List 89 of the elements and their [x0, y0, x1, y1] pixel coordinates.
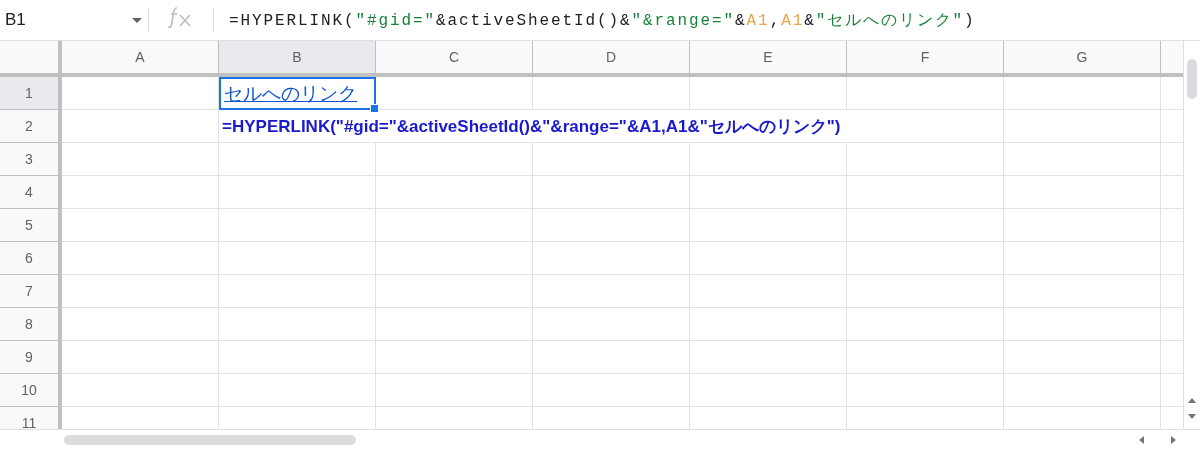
- table-cell[interactable]: [219, 176, 376, 209]
- table-cell[interactable]: [376, 242, 533, 275]
- fill-handle[interactable]: [370, 104, 379, 113]
- table-cell[interactable]: [219, 374, 376, 407]
- column-header[interactable]: A: [62, 41, 219, 77]
- selected-cell[interactable]: セルへのリンク: [219, 77, 376, 110]
- scrollbar-thumb[interactable]: [1187, 59, 1197, 99]
- table-cell[interactable]: [847, 275, 1004, 308]
- table-cell[interactable]: [376, 308, 533, 341]
- row-header[interactable]: 6: [0, 242, 62, 275]
- row-header[interactable]: 8: [0, 308, 62, 341]
- table-cell[interactable]: [690, 275, 847, 308]
- table-cell[interactable]: [219, 341, 376, 374]
- table-cell[interactable]: [62, 176, 219, 209]
- table-cell[interactable]: [690, 341, 847, 374]
- table-cell[interactable]: [690, 143, 847, 176]
- table-cell[interactable]: [219, 209, 376, 242]
- table-cell[interactable]: [376, 374, 533, 407]
- table-cell[interactable]: [533, 341, 690, 374]
- column-header[interactable]: B: [219, 41, 376, 77]
- table-cell[interactable]: [533, 77, 690, 110]
- corner-cell[interactable]: [0, 41, 62, 77]
- row-header[interactable]: 7: [0, 275, 62, 308]
- table-cell[interactable]: [533, 176, 690, 209]
- row-header[interactable]: 10: [0, 374, 62, 407]
- table-cell[interactable]: [847, 308, 1004, 341]
- table-cell[interactable]: [847, 77, 1004, 110]
- table-cell[interactable]: [533, 242, 690, 275]
- table-cell[interactable]: [690, 308, 847, 341]
- table-cell[interactable]: [533, 275, 690, 308]
- table-cell[interactable]: [219, 275, 376, 308]
- name-box[interactable]: B1: [0, 4, 148, 36]
- table-cell[interactable]: [219, 308, 376, 341]
- table-cell[interactable]: [847, 242, 1004, 275]
- table-cell[interactable]: [533, 308, 690, 341]
- column-header[interactable]: G: [1004, 41, 1161, 77]
- row-header[interactable]: 1: [0, 77, 62, 110]
- column-header[interactable]: E: [690, 41, 847, 77]
- table-cell[interactable]: [376, 77, 533, 110]
- table-cell[interactable]: [376, 341, 533, 374]
- scrollbar-thumb[interactable]: [64, 434, 356, 445]
- formula-input[interactable]: =HYPERLINK("#gid="&activeSheetId()&"&range="&A1,A1&"セルへのリンク"): [214, 9, 976, 31]
- vertical-scrollbar[interactable]: [1183, 41, 1200, 429]
- table-cell[interactable]: [690, 209, 847, 242]
- column-header[interactable]: C: [376, 41, 533, 77]
- row-header[interactable]: 5: [0, 209, 62, 242]
- table-cell[interactable]: [847, 143, 1004, 176]
- table-cell[interactable]: [847, 176, 1004, 209]
- table-cell[interactable]: =HYPERLINK("#gid="&activeSheetId()&"&range="&A1,A1&"セルへのリンク"): [219, 110, 1004, 143]
- table-cell[interactable]: [690, 242, 847, 275]
- scroll-left-icon[interactable]: [1138, 435, 1146, 444]
- table-cell[interactable]: [376, 275, 533, 308]
- table-cell[interactable]: [847, 341, 1004, 374]
- table-cell[interactable]: [62, 110, 219, 143]
- scroll-down-icon[interactable]: [1188, 413, 1196, 421]
- row-header[interactable]: 3: [0, 143, 62, 176]
- table-cell[interactable]: [62, 209, 219, 242]
- table-cell[interactable]: [376, 209, 533, 242]
- table-cell[interactable]: [62, 242, 219, 275]
- table-cell[interactable]: [690, 374, 847, 407]
- table-cell[interactable]: [62, 341, 219, 374]
- row-header[interactable]: 9: [0, 341, 62, 374]
- table-cell[interactable]: [533, 209, 690, 242]
- table-cell[interactable]: [62, 143, 219, 176]
- row-header[interactable]: 11: [0, 407, 62, 429]
- table-cell[interactable]: [62, 275, 219, 308]
- table-cell[interactable]: [533, 374, 690, 407]
- table-cell[interactable]: [690, 77, 847, 110]
- hyperlink[interactable]: セルへのリンク: [224, 80, 357, 107]
- table-cell[interactable]: [219, 242, 376, 275]
- table-cell[interactable]: [690, 176, 847, 209]
- scroll-up-icon[interactable]: [1188, 397, 1196, 405]
- table-cell[interactable]: [847, 374, 1004, 407]
- column-header[interactable]: F: [847, 41, 1004, 77]
- scroll-right-icon[interactable]: [1170, 435, 1178, 444]
- table-cell[interactable]: [533, 143, 690, 176]
- row-header[interactable]: 4: [0, 176, 62, 209]
- table-cell[interactable]: [62, 77, 219, 110]
- table-cell[interactable]: [376, 143, 533, 176]
- table-cell[interactable]: [376, 176, 533, 209]
- table-cell[interactable]: [847, 209, 1004, 242]
- row-header[interactable]: 2: [0, 110, 62, 143]
- column-header[interactable]: D: [533, 41, 690, 77]
- table-cell[interactable]: [219, 143, 376, 176]
- table-cell[interactable]: [62, 308, 219, 341]
- table-cell[interactable]: [62, 374, 219, 407]
- cell-text: =HYPERLINK("#gid="&activeSheetId()&"&range="&A1,A1&"セルへのリンク"): [222, 115, 841, 138]
- column-header[interactable]: [1161, 41, 1183, 77]
- dropdown-caret-icon[interactable]: [132, 17, 142, 23]
